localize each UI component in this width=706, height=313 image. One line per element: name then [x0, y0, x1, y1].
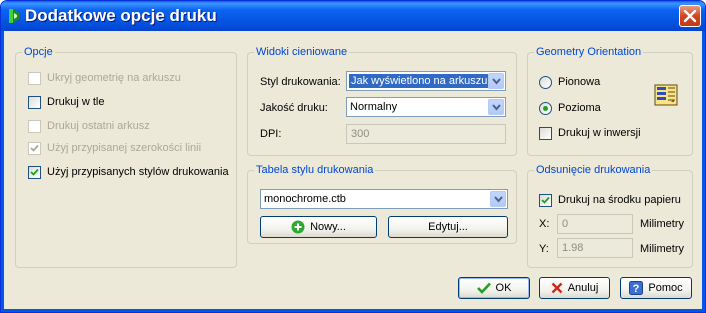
plot-in-background-checkbox[interactable] — [28, 95, 41, 109]
center-plot-label: Drukuj na środku papieru — [558, 194, 681, 206]
offset-y-field[interactable]: 1.98 — [557, 238, 633, 258]
dialog-window: Dodatkowe opcje druku Opcje Ukryj geomet… — [0, 0, 706, 313]
offset-x-field[interactable]: 0 — [557, 214, 633, 234]
close-button[interactable] — [679, 5, 701, 27]
plot-last-sheet-option[interactable]: Drukuj ostatni arkusz — [28, 119, 150, 133]
title-bar[interactable]: Dodatkowe opcje druku — [1, 1, 705, 31]
plot-last-sheet-checkbox[interactable] — [28, 119, 41, 133]
offset-y-unit: Milimetry — [640, 243, 684, 255]
check-icon — [30, 144, 39, 152]
help-label: Pomoc — [648, 282, 683, 294]
plot-offset-group: Odsunięcie drukowania Drukuj na środku p… — [527, 164, 693, 268]
use-lineweights-checkbox[interactable] — [28, 141, 41, 155]
help-icon: ? — [629, 281, 644, 295]
chevron-down-icon — [492, 104, 501, 111]
use-lineweights-option[interactable]: Użyj przypisanej szerokości linii — [28, 141, 201, 155]
quality-select[interactable]: Normalny — [346, 97, 506, 117]
app-icon — [9, 9, 19, 23]
plot-style-table-legend: Tabela stylu drukowania — [254, 164, 376, 177]
landscape-label: Pozioma — [558, 102, 601, 114]
center-plot-option[interactable]: Drukuj na środku papieru — [539, 193, 681, 207]
close-icon — [683, 9, 697, 23]
center-plot-checkbox[interactable] — [539, 193, 552, 207]
quality-label: Jakość druku: — [260, 102, 328, 114]
offset-x-label: X: — [539, 218, 550, 230]
plot-style-table-group: Tabela stylu drukowania monochrome.ctb N… — [247, 164, 517, 244]
new-plot-style-button[interactable]: Nowy... — [260, 216, 377, 238]
portrait-radio[interactable] — [539, 75, 552, 89]
shade-plot-select[interactable]: Jak wyświetlono na arkuszu — [346, 71, 506, 91]
landscape-orientation-icon — [654, 84, 678, 106]
use-plot-styles-checkbox[interactable] — [28, 165, 41, 179]
dpi-field[interactable]: 300 — [346, 124, 506, 144]
portrait-label: Pionowa — [558, 76, 601, 88]
quality-value: Normalny — [350, 101, 398, 113]
use-lineweights-label: Użyj przypisanej szerokości linii — [47, 142, 202, 154]
cancel-button[interactable]: Anuluj — [539, 277, 610, 299]
plot-upside-down-option[interactable]: Drukuj w inwersji — [539, 126, 641, 140]
ok-button[interactable]: OK — [458, 277, 530, 299]
check-icon — [541, 196, 550, 204]
plot-upside-down-checkbox[interactable] — [539, 126, 552, 140]
svg-text:?: ? — [633, 283, 640, 295]
cancel-label: Anuluj — [567, 282, 599, 294]
orientation-group: Geometry Orientation Pionowa Pozioma Dru… — [527, 46, 693, 156]
window-frame-bottom — [1, 309, 705, 312]
plot-offset-legend: Odsunięcie drukowania — [534, 164, 653, 177]
help-button[interactable]: ? Pomoc — [620, 277, 692, 299]
window-frame-left — [1, 31, 4, 312]
plot-upside-down-label: Drukuj w inwersji — [558, 127, 641, 139]
plot-style-table-dropdown-button[interactable] — [490, 191, 506, 207]
chevron-down-icon — [494, 196, 503, 203]
use-plot-styles-option[interactable]: Użyj przypisanych stylów drukowania — [28, 165, 229, 179]
landscape-option[interactable]: Pozioma — [539, 101, 601, 115]
add-icon — [291, 220, 305, 234]
plot-style-table-value: monochrome.ctb — [264, 193, 346, 205]
orientation-legend: Geometry Orientation — [534, 46, 644, 59]
plot-style-table-select[interactable]: monochrome.ctb — [260, 189, 508, 209]
offset-x-unit: Milimetry — [640, 218, 684, 230]
shade-plot-dropdown-button[interactable] — [488, 73, 504, 89]
check-icon — [476, 282, 491, 294]
hide-geometry-label: Ukryj geometrię na arkuszu — [47, 72, 181, 84]
shaded-viewports-group: Widoki cieniowane Styl drukowania: Jak w… — [247, 46, 517, 156]
plot-in-background-label: Drukuj w tle — [47, 96, 105, 108]
dpi-label: DPI: — [260, 128, 282, 140]
shade-plot-value: Jak wyświetlono na arkuszu — [349, 74, 490, 88]
window-frame-right — [702, 31, 705, 312]
chevron-down-icon — [492, 78, 501, 85]
window-title: Dodatkowe opcje druku — [25, 6, 217, 25]
plot-in-background-option[interactable]: Drukuj w tle — [28, 95, 104, 109]
cancel-icon — [551, 282, 563, 294]
shaded-viewports-legend: Widoki cieniowane — [254, 46, 350, 59]
new-plot-style-label: Nowy... — [310, 221, 346, 233]
plot-last-sheet-label: Drukuj ostatni arkusz — [47, 120, 150, 132]
shade-plot-label: Styl drukowania: — [260, 76, 341, 88]
ok-label: OK — [495, 282, 512, 294]
landscape-radio[interactable] — [539, 101, 552, 115]
edit-plot-style-button[interactable]: Edytuj... — [388, 216, 508, 238]
offset-y-label: Y: — [539, 243, 549, 255]
hide-geometry-option[interactable]: Ukryj geometrię na arkuszu — [28, 71, 181, 85]
quality-dropdown-button[interactable] — [488, 99, 504, 115]
use-plot-styles-label: Użyj przypisanych stylów drukowania — [47, 166, 229, 178]
portrait-option[interactable]: Pionowa — [539, 75, 600, 89]
edit-plot-style-label: Edytuj... — [428, 221, 468, 233]
hide-geometry-checkbox[interactable] — [28, 71, 41, 85]
options-legend: Opcje — [22, 46, 55, 59]
options-group: Opcje Ukryj geometrię na arkuszu Drukuj … — [15, 46, 237, 268]
check-icon — [30, 168, 39, 176]
